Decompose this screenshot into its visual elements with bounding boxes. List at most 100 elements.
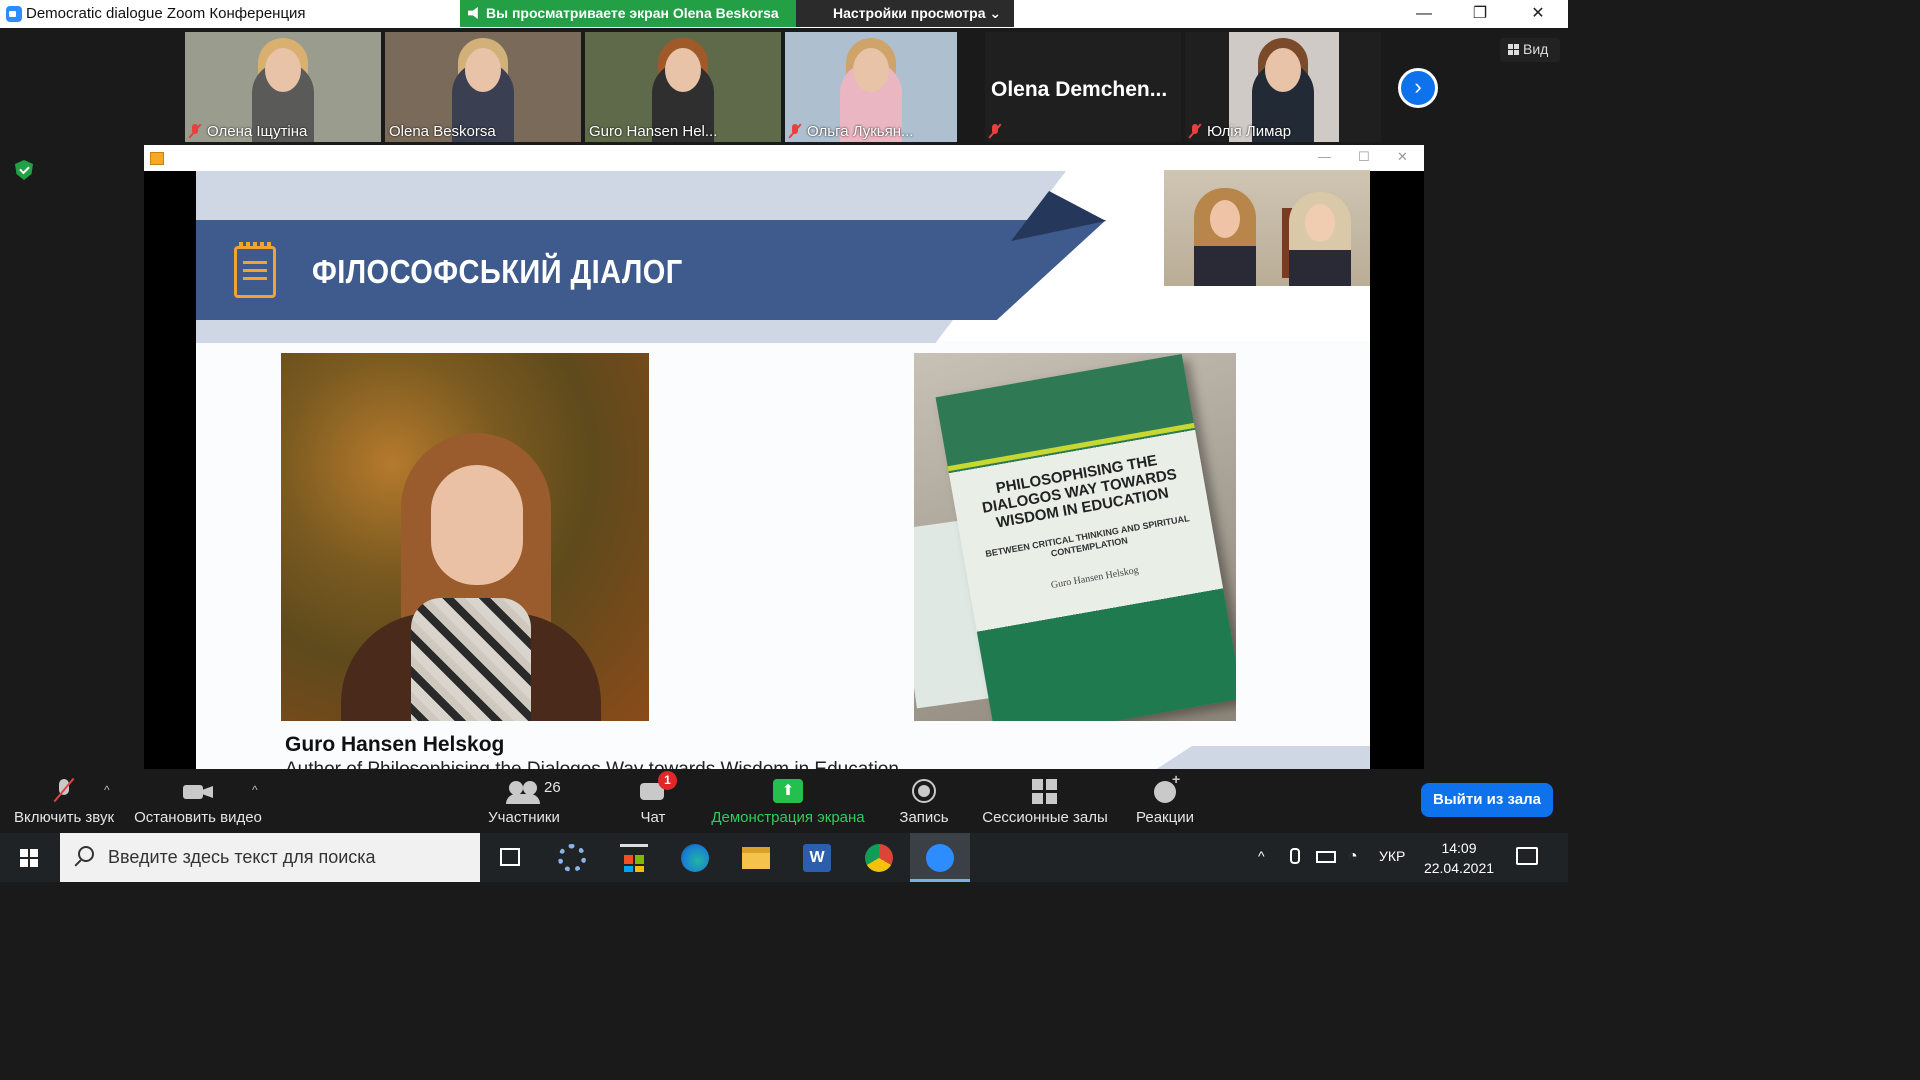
chevron-right-icon: › bbox=[1414, 74, 1422, 99]
tray-expand-icon[interactable]: ^ bbox=[1258, 848, 1265, 864]
view-button[interactable]: Вид bbox=[1500, 38, 1560, 62]
minimize-button[interactable]: — bbox=[1396, 0, 1452, 28]
battery-icon[interactable] bbox=[1316, 851, 1336, 863]
store-icon bbox=[620, 844, 648, 872]
participant-face bbox=[1265, 48, 1301, 92]
grid-icon bbox=[1508, 44, 1519, 55]
shared-maximize-icon: ☐ bbox=[1358, 149, 1370, 164]
breakout-rooms-button[interactable]: Сессионные залы bbox=[980, 769, 1110, 833]
audio-options-caret-icon[interactable]: ^ bbox=[104, 783, 110, 797]
video-options-caret-icon[interactable]: ^ bbox=[252, 783, 258, 797]
windows-taskbar: Введите здесь текст для поиска W ^ ◔ УКР… bbox=[0, 833, 1568, 882]
book-cover-photo: PHILOSOPHISING THE DIALOGOS WAY TOWARDS … bbox=[914, 353, 1236, 721]
slideshow-icon bbox=[150, 152, 164, 165]
person-body bbox=[1194, 246, 1256, 286]
video-camera-icon bbox=[183, 777, 213, 805]
mic-muted-icon bbox=[1189, 124, 1201, 138]
notifications-icon[interactable] bbox=[1516, 847, 1538, 865]
photo-face bbox=[431, 465, 523, 585]
viewing-share-banner: Вы просматриваете экран Olena Beskorsa bbox=[460, 0, 796, 27]
record-button[interactable]: Запись bbox=[894, 769, 954, 833]
camera-person-right bbox=[1289, 192, 1351, 286]
wifi-icon[interactable]: ◔ bbox=[1348, 848, 1358, 866]
person-face bbox=[1210, 200, 1240, 238]
share-screen-button[interactable]: Демонстрация экрана bbox=[708, 769, 868, 833]
meeting-toolbar: Включить звук ^ Остановить видео ^ Участ… bbox=[0, 769, 1568, 833]
participant-name: Ольга Лукьян... bbox=[789, 123, 914, 140]
participant-face bbox=[265, 48, 301, 92]
mic-muted-icon bbox=[989, 124, 1001, 138]
slide-title: ФІЛОСОФСЬКИЙ ДІАЛОГ bbox=[312, 253, 683, 290]
title-bar: Democratic dialogue Zoom Конференция Вы … bbox=[0, 0, 1568, 28]
leave-meeting-button[interactable]: Выйти из зала bbox=[1421, 783, 1553, 817]
slide-footer-accent bbox=[1146, 746, 1370, 769]
unmute-button[interactable]: Включить звук bbox=[6, 769, 122, 833]
mic-muted-icon bbox=[789, 124, 801, 138]
shared-close-icon: ✕ bbox=[1397, 149, 1408, 164]
language-indicator[interactable]: УКР bbox=[1379, 848, 1405, 864]
participant-tile[interactable]: Юлія Лимар bbox=[1185, 32, 1381, 142]
start-button[interactable] bbox=[0, 833, 58, 882]
taskbar-settings[interactable] bbox=[542, 833, 602, 882]
taskbar-edge[interactable] bbox=[665, 833, 725, 882]
taskbar-search-input[interactable]: Введите здесь текст для поиска bbox=[60, 833, 480, 882]
taskbar-zoom[interactable] bbox=[910, 833, 970, 882]
word-icon: W bbox=[803, 844, 831, 872]
stop-video-button[interactable]: Остановить видео bbox=[130, 769, 266, 833]
clock-date: 22.04.2021 bbox=[1423, 860, 1495, 876]
presenter-camera-inset[interactable] bbox=[1164, 170, 1370, 286]
notepad-icon bbox=[234, 242, 276, 298]
participant-display-name: Olena Demchen... bbox=[991, 78, 1168, 101]
participant-tile[interactable]: Олена Іщутіна bbox=[185, 32, 381, 142]
participant-name bbox=[989, 123, 1007, 140]
window-title: Democratic dialogue Zoom Конференция bbox=[26, 5, 306, 22]
chrome-icon bbox=[865, 844, 893, 872]
task-view-button[interactable] bbox=[480, 833, 540, 882]
breakout-rooms-icon bbox=[1032, 777, 1058, 805]
participant-tile-no-video[interactable]: Olena Demchen... bbox=[985, 32, 1181, 142]
person-face bbox=[1305, 204, 1335, 242]
participant-name: Olena Beskorsa bbox=[389, 123, 496, 140]
author-name-caption: Guro Hansen Helskog bbox=[285, 733, 505, 756]
reactions-button[interactable]: Реакции bbox=[1132, 769, 1198, 833]
presentation-window-bar: — ☐ ✕ bbox=[144, 145, 1424, 171]
taskbar-clock[interactable]: 14:09 22.04.2021 bbox=[1416, 838, 1502, 878]
shared-minimize-icon: — bbox=[1318, 149, 1331, 164]
taskbar-store[interactable] bbox=[604, 833, 664, 882]
close-button[interactable]: ✕ bbox=[1510, 0, 1566, 28]
participant-tile-active-speaker[interactable]: Guro Hansen Hel... bbox=[585, 32, 781, 142]
camera-person-left bbox=[1194, 188, 1256, 286]
mic-muted-icon bbox=[189, 124, 201, 138]
participants-count: 26 bbox=[544, 779, 561, 796]
next-page-button[interactable]: › bbox=[1398, 68, 1438, 108]
participant-name: Юлія Лимар bbox=[1189, 123, 1291, 140]
participant-tile[interactable]: Olena Beskorsa bbox=[385, 32, 581, 142]
participant-tile[interactable]: Ольга Лукьян... bbox=[785, 32, 957, 142]
author-book-caption: Author of Philosophising the Dialogos Wa… bbox=[285, 759, 899, 769]
security-shield-icon[interactable] bbox=[15, 160, 33, 180]
zoom-icon bbox=[926, 844, 954, 872]
taskbar-word[interactable]: W bbox=[787, 833, 847, 882]
taskbar-file-explorer[interactable] bbox=[726, 833, 786, 882]
clock-time: 14:09 bbox=[1441, 840, 1477, 856]
folder-icon bbox=[742, 847, 770, 869]
taskbar-chrome[interactable] bbox=[849, 833, 909, 882]
person-body bbox=[1289, 250, 1351, 286]
participant-strip: Олена Іщутіна Olena Beskorsa Guro Hansen… bbox=[0, 28, 1568, 144]
author-portrait-photo bbox=[281, 353, 649, 721]
microphone-muted-icon bbox=[54, 777, 74, 805]
participant-face bbox=[665, 48, 701, 92]
chevron-down-icon: ⌄ bbox=[989, 5, 1002, 21]
participant-name: Олена Іщутіна bbox=[189, 123, 307, 140]
photo-scarf bbox=[411, 598, 531, 721]
participants-icon bbox=[506, 777, 540, 805]
record-icon bbox=[912, 777, 936, 805]
zoom-app-icon bbox=[6, 6, 22, 22]
restore-button[interactable]: ❐ bbox=[1452, 0, 1508, 28]
settings-gear-icon bbox=[558, 844, 586, 872]
participant-face bbox=[853, 48, 889, 92]
microphone-tray-icon[interactable] bbox=[1290, 848, 1300, 864]
edge-browser-icon bbox=[681, 844, 709, 872]
view-settings-dropdown[interactable]: Настройки просмотра ⌄ bbox=[796, 0, 1014, 27]
search-icon bbox=[78, 846, 94, 862]
